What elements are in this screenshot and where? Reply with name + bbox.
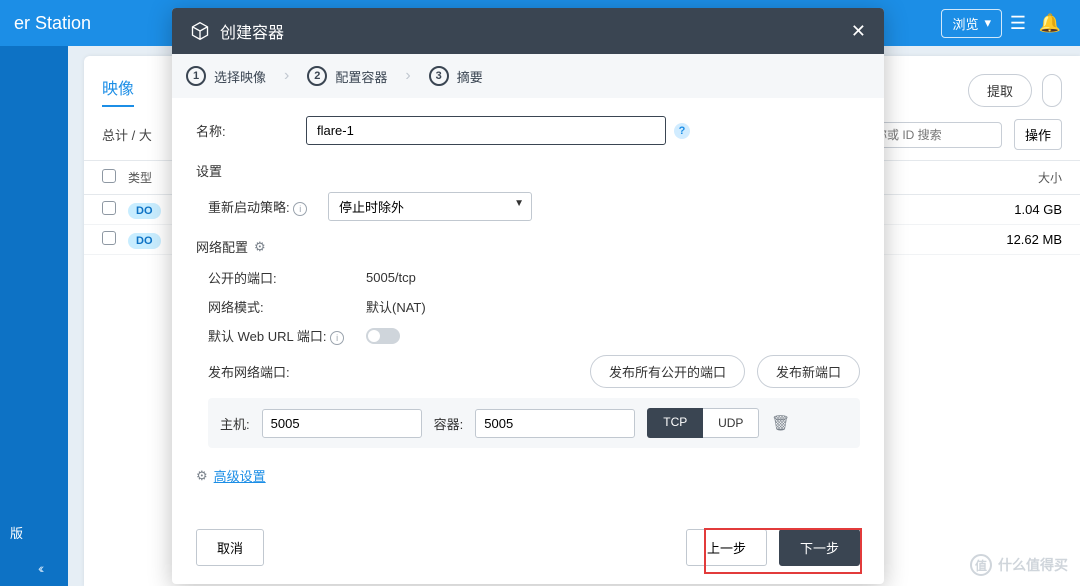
cube-icon: [190, 21, 210, 41]
chevron-right-icon: ›: [284, 67, 289, 85]
container-label: 容器:: [434, 414, 464, 433]
step-3[interactable]: 3摘要: [429, 66, 483, 86]
protocol-toggle[interactable]: TCP UDP: [647, 408, 759, 438]
step-1[interactable]: 1选择映像: [186, 66, 266, 86]
stepper: 1选择映像 › 2配置容器 › 3摘要: [172, 54, 884, 98]
sidebar: 版 ‹‹: [0, 46, 68, 586]
chevron-down-icon: ▾: [984, 15, 991, 31]
pubport-label: 公开的端口:: [208, 268, 366, 287]
pubport-value: 5005/tcp: [366, 270, 416, 285]
extract-button[interactable]: 提取: [968, 74, 1032, 107]
row-checkbox[interactable]: [102, 231, 116, 245]
modal-title: 创建容器: [220, 19, 284, 43]
bell-icon[interactable]: 🔔: [1034, 13, 1066, 34]
container-port-input[interactable]: [475, 409, 635, 438]
sidebar-label: 版: [10, 523, 23, 542]
netmode-value: 默认(NAT): [366, 297, 426, 316]
select-all-checkbox[interactable]: [102, 169, 116, 183]
row-size: 12.62 MB: [942, 232, 1062, 247]
settings-header: 设置: [196, 161, 860, 180]
list-icon[interactable]: ☰: [1002, 13, 1034, 34]
modal-titlebar: 创建容器 ✕: [172, 8, 884, 54]
modal-footer: 取消 上一步 下一步: [172, 515, 884, 584]
close-icon[interactable]: ✕: [851, 21, 866, 42]
help-icon[interactable]: ?: [674, 123, 690, 139]
advanced-settings-link[interactable]: ⚙ 高级设置: [196, 466, 860, 485]
host-port-input[interactable]: [262, 409, 422, 438]
operate-button[interactable]: 操作: [1014, 119, 1062, 150]
info-icon[interactable]: i: [330, 331, 344, 345]
type-badge: DO: [128, 203, 161, 219]
weburl-toggle[interactable]: [366, 328, 400, 344]
create-container-modal: 创建容器 ✕ 1选择映像 › 2配置容器 › 3摘要 名称: ? 设置 重新启动…: [172, 8, 884, 584]
app-title: er Station: [14, 13, 91, 34]
info-icon[interactable]: i: [293, 202, 307, 216]
browse-label: 浏览: [952, 14, 978, 33]
network-header: 网络配置 ⚙: [196, 237, 860, 256]
chevron-right-icon: ›: [405, 67, 410, 85]
trash-icon[interactable]: 🗑: [771, 414, 790, 432]
cancel-button[interactable]: 取消: [196, 529, 264, 566]
prev-button[interactable]: 上一步: [686, 529, 767, 566]
host-label: 主机:: [220, 414, 250, 433]
name-input[interactable]: [306, 116, 666, 145]
name-label: 名称:: [196, 121, 306, 140]
more-button[interactable]: [1042, 74, 1062, 107]
publish-all-button[interactable]: 发布所有公开的端口: [590, 355, 745, 388]
watermark: 值 什么值得买: [970, 554, 1068, 576]
row-size: 1.04 GB: [942, 202, 1062, 217]
netmode-label: 网络模式:: [208, 297, 366, 316]
tcp-option[interactable]: TCP: [647, 408, 703, 438]
count-label: 总计 / 大: [102, 125, 152, 144]
restart-label: 重新启动策略: i: [208, 197, 328, 216]
type-badge: DO: [128, 233, 161, 249]
weburl-label: 默认 Web URL 端口: i: [208, 326, 366, 345]
udp-option[interactable]: UDP: [703, 408, 759, 438]
modal-body: 名称: ? 设置 重新启动策略: i ▼ 网络配置 ⚙ 公开的端口:5005/t…: [172, 98, 884, 515]
next-button[interactable]: 下一步: [779, 529, 860, 566]
publish-label: 发布网络端口:: [208, 362, 366, 381]
restart-policy-select[interactable]: ▼: [328, 192, 532, 221]
collapse-icon[interactable]: ‹‹: [38, 560, 41, 576]
port-mapping-row: 主机: 容器: TCP UDP 🗑: [208, 398, 860, 448]
gear-icon: ⚙: [196, 468, 208, 484]
browse-button[interactable]: 浏览 ▾: [941, 9, 1002, 38]
publish-new-button[interactable]: 发布新端口: [757, 355, 860, 388]
col-size[interactable]: 大小: [942, 169, 1062, 186]
step-2[interactable]: 2配置容器: [307, 66, 387, 86]
tab-images[interactable]: 映像: [102, 75, 134, 107]
watermark-icon: 值: [970, 554, 992, 576]
row-checkbox[interactable]: [102, 201, 116, 215]
gear-icon[interactable]: ⚙: [254, 239, 266, 255]
